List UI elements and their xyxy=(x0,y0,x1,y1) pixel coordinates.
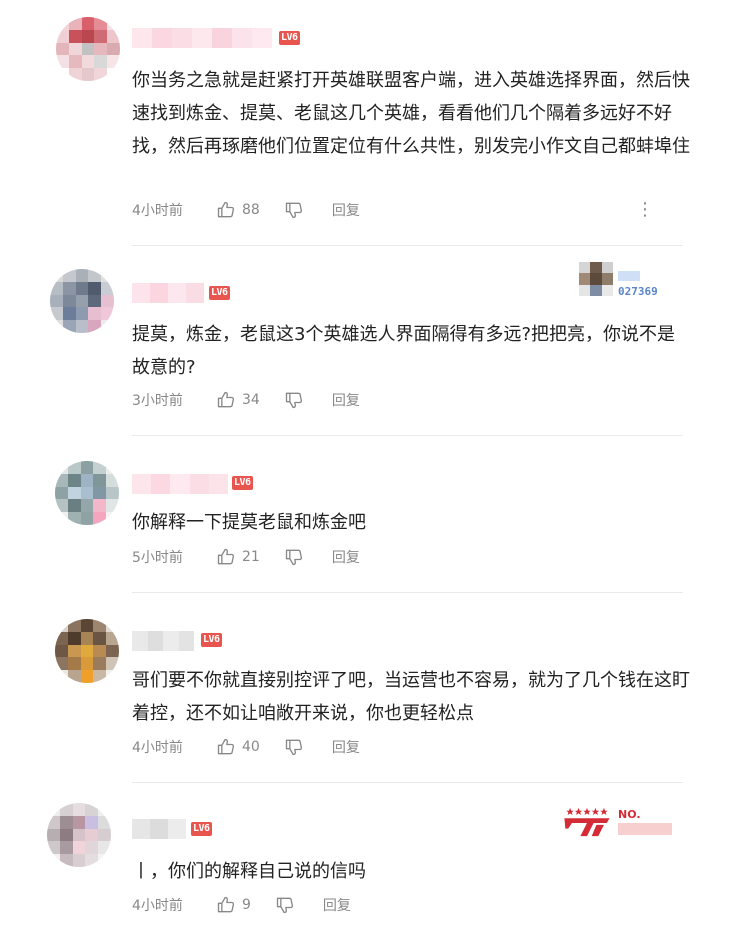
level-badge: LV6 xyxy=(201,633,222,647)
thumbs-up-icon xyxy=(217,391,235,408)
avatar[interactable] xyxy=(56,17,120,81)
level-badge: LV6 xyxy=(279,31,300,45)
comment-meta: 4小时前 88 回复 xyxy=(132,199,360,221)
like-button[interactable]: 9 xyxy=(216,895,251,915)
timestamp: 4小时前 xyxy=(132,203,183,219)
like-button[interactable]: 21 xyxy=(216,547,260,567)
dislike-button[interactable] xyxy=(284,200,304,220)
like-count: 88 xyxy=(242,202,260,218)
username-blurred[interactable] xyxy=(132,819,186,839)
thumbs-down-icon xyxy=(276,897,293,914)
rank-label: NO. xyxy=(618,808,641,821)
thumbs-up-icon xyxy=(217,201,235,218)
reply-button[interactable]: 回复 xyxy=(332,547,360,567)
like-count: 40 xyxy=(242,739,260,755)
thumbs-up-icon xyxy=(217,548,235,565)
dislike-button[interactable] xyxy=(275,895,295,915)
timestamp: 5小时前 xyxy=(132,550,183,566)
reply-button[interactable]: 回复 xyxy=(332,390,360,410)
level-badge: LV6 xyxy=(191,822,212,836)
divider xyxy=(132,592,683,593)
avatar[interactable] xyxy=(47,803,111,867)
user-medal-blurred xyxy=(579,262,613,296)
comment-text: 你当务之急就是赶紧打开英雄联盟客户端，进入英雄选择界面，然后快速找到炼金、提莫、… xyxy=(132,70,690,157)
comment-meta: 5小时前 21 回复 xyxy=(132,546,360,568)
level-badge: LV6 xyxy=(209,286,230,300)
timestamp: 4小时前 xyxy=(132,740,183,756)
username-blurred[interactable] xyxy=(132,474,229,494)
thumbs-up-icon xyxy=(217,738,235,755)
thumbs-down-icon xyxy=(285,739,302,756)
username-blurred[interactable] xyxy=(132,631,194,651)
divider xyxy=(132,782,683,783)
rank-value-blurred xyxy=(618,823,672,835)
comment-meta: 3小时前 34 回复 xyxy=(132,389,360,411)
reply-button[interactable]: 回复 xyxy=(323,895,351,915)
comment-text: 丨，你们的解释自己说的信吗 xyxy=(132,861,366,882)
thumbs-up-icon xyxy=(217,896,235,913)
username-blurred[interactable] xyxy=(132,283,204,303)
thumbs-down-icon xyxy=(285,392,302,409)
comment-text: 你解释一下提莫老鼠和炼金吧 xyxy=(132,512,366,533)
badge-number: 027369 xyxy=(618,285,658,298)
team-logo-icon xyxy=(564,807,610,837)
comment-meta: 4小时前 9 回复 xyxy=(132,894,351,916)
dislike-button[interactable] xyxy=(284,547,304,567)
divider xyxy=(132,245,683,246)
username-blurred[interactable] xyxy=(132,28,272,48)
reply-button[interactable]: 回复 xyxy=(332,737,360,757)
comment-meta: 4小时前 40 回复 xyxy=(132,736,360,758)
like-button[interactable]: 40 xyxy=(216,737,260,757)
like-button[interactable]: 34 xyxy=(216,390,260,410)
comment-text: 提莫，炼金，老鼠这3个英雄选人界面隔得有多远?把把亮，你说不是故意的? xyxy=(132,324,676,378)
comment-text: 哥们要不你就直接别控评了吧，当运营也不容易，就为了几个钱在这盯着控，还不如让咱敞… xyxy=(132,670,690,724)
more-options-icon[interactable]: ⋮ xyxy=(636,199,654,221)
timestamp: 3小时前 xyxy=(132,393,183,409)
like-count: 21 xyxy=(242,549,260,565)
thumbs-down-icon xyxy=(285,549,302,566)
dislike-button[interactable] xyxy=(284,737,304,757)
like-button[interactable]: 88 xyxy=(216,200,260,220)
avatar[interactable] xyxy=(55,619,119,683)
timestamp: 4小时前 xyxy=(132,898,183,914)
reply-button[interactable]: 回复 xyxy=(332,200,360,220)
level-badge: LV6 xyxy=(232,476,253,490)
divider xyxy=(132,435,683,436)
like-count: 34 xyxy=(242,392,260,408)
thumbs-down-icon xyxy=(285,202,302,219)
like-count: 9 xyxy=(242,897,251,913)
avatar[interactable] xyxy=(55,461,119,525)
badge-label-blurred xyxy=(618,271,640,281)
avatar[interactable] xyxy=(50,269,114,333)
dislike-button[interactable] xyxy=(284,390,304,410)
